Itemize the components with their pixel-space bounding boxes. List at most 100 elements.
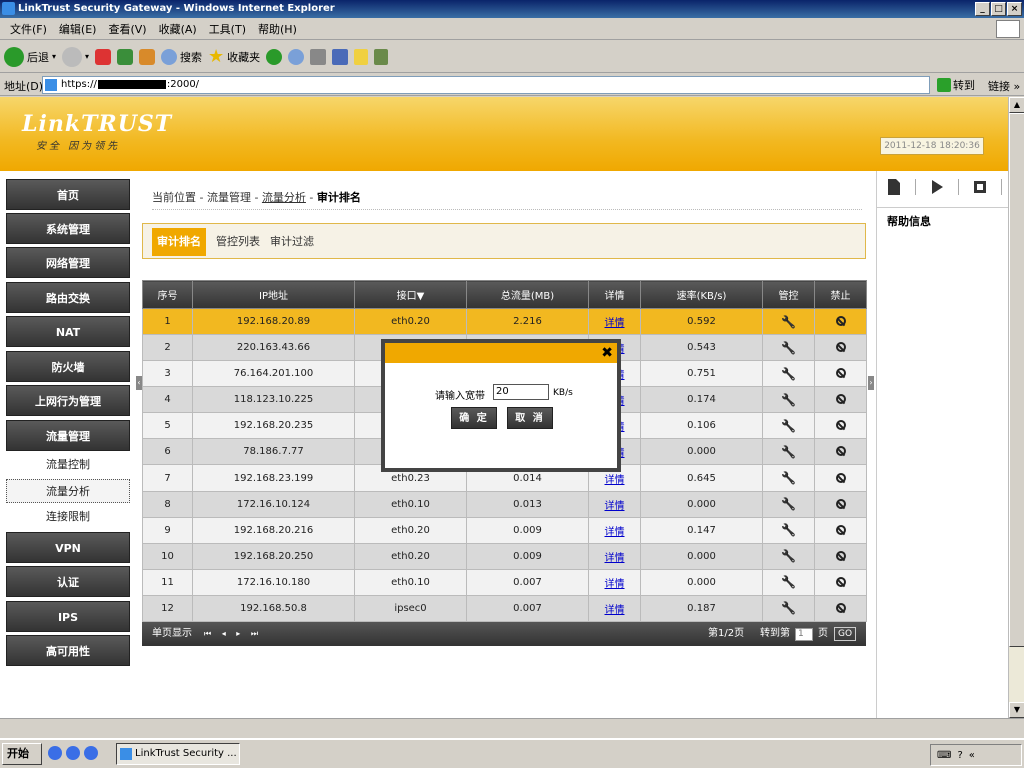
start-button[interactable]: 开始 (2, 743, 42, 765)
nav-ips[interactable]: IPS (6, 601, 130, 632)
nav-system[interactable]: 系统管理 (6, 213, 130, 244)
wrench-icon[interactable]: 🔧 (781, 341, 796, 355)
menu-tools[interactable]: 工具(T) (203, 21, 252, 37)
go-page-button[interactable]: GO (834, 627, 856, 641)
notes-button[interactable] (354, 48, 369, 65)
nav-traffic[interactable]: 流量管理 (6, 420, 130, 451)
cell-control[interactable]: 🔧 (762, 334, 815, 362)
cell-control[interactable]: 🔧 (762, 516, 815, 544)
cell-control[interactable]: 🔧 (762, 307, 815, 336)
menu-help[interactable]: 帮助(H) (252, 21, 303, 37)
scroll-up-icon[interactable]: ▲ (1009, 97, 1024, 113)
nav-firewall[interactable]: 防火墙 (6, 351, 130, 382)
cancel-button[interactable]: 取 消 (507, 407, 553, 429)
back-button[interactable]: 后退 ▾ (4, 46, 56, 67)
table-row[interactable]: 8 172.16.10.124 eth0.10 0.013 详情 0.000 🔧 (142, 490, 867, 518)
ban-icon[interactable] (835, 472, 846, 483)
taskbar-ie-window[interactable]: LinkTrust Security ... (116, 743, 240, 765)
nav-network[interactable]: 网络管理 (6, 247, 130, 278)
media-icon[interactable] (66, 746, 80, 760)
cell-control[interactable]: 🔧 (762, 386, 815, 414)
cell-block[interactable] (814, 516, 867, 544)
col-interface[interactable]: 接口▼ (354, 280, 467, 309)
cell-block[interactable] (814, 386, 867, 414)
wrench-icon[interactable]: 🔧 (781, 601, 796, 615)
wrench-icon[interactable]: 🔧 (781, 497, 796, 511)
ban-icon[interactable] (835, 550, 846, 561)
ie-quicklaunch-icon[interactable] (84, 746, 98, 760)
cell-control[interactable]: 🔧 (762, 438, 815, 466)
cell-control[interactable]: 🔧 (762, 490, 815, 518)
search-button[interactable]: 搜索 (161, 48, 202, 65)
wrench-icon[interactable]: 🔧 (781, 549, 796, 563)
maximize-button[interactable]: □ (991, 2, 1006, 16)
links-button[interactable]: 链接 » (988, 78, 1020, 94)
cell-detail-link[interactable]: 详情 (588, 516, 641, 544)
cell-control[interactable]: 🔧 (762, 412, 815, 440)
confirm-button[interactable]: 确 定 (451, 407, 497, 429)
history-button[interactable] (266, 48, 283, 65)
document-icon[interactable] (887, 179, 901, 195)
mail-button[interactable] (288, 48, 305, 65)
cell-control[interactable]: 🔧 (762, 464, 815, 492)
ban-icon[interactable] (835, 602, 846, 613)
tray-expand-icon[interactable]: « (969, 750, 975, 761)
menu-edit[interactable]: 编辑(E) (53, 21, 103, 37)
ban-icon[interactable] (835, 342, 846, 353)
menu-file[interactable]: 文件(F) (4, 21, 53, 37)
ban-icon[interactable] (835, 498, 846, 509)
wrench-icon[interactable]: 🔧 (781, 393, 796, 407)
wrench-icon[interactable]: 🔧 (781, 445, 796, 459)
cell-detail-link[interactable]: 详情 (588, 594, 641, 623)
bandwidth-input[interactable]: 20 (493, 384, 549, 400)
cell-block[interactable] (814, 360, 867, 388)
nav-behavior[interactable]: 上网行为管理 (6, 385, 130, 416)
wrench-icon[interactable]: 🔧 (781, 471, 796, 485)
cell-block[interactable] (814, 412, 867, 440)
tab-audit-ranking[interactable]: 审计排名 (152, 228, 206, 256)
tab-audit-filter[interactable]: 审计过滤 (265, 228, 319, 256)
sub-traffic-control[interactable]: 流量控制 (6, 453, 130, 477)
sub-traffic-analysis[interactable]: 流量分析 (6, 479, 130, 503)
nav-home[interactable]: 首页 (6, 179, 130, 210)
ban-icon[interactable] (835, 394, 846, 405)
wrench-icon[interactable]: 🔧 (781, 419, 796, 433)
minimize-button[interactable]: _ (975, 2, 990, 16)
breadcrumb-link[interactable]: 流量分析 (262, 191, 306, 204)
pager-nav-icons[interactable]: ⏮ ◂ ▸ ⏭ (204, 622, 262, 646)
save-icon[interactable] (973, 179, 987, 195)
cell-control[interactable]: 🔧 (762, 542, 815, 570)
menu-favorites[interactable]: 收藏(A) (153, 21, 203, 37)
ban-icon[interactable] (835, 576, 846, 587)
cell-detail-link[interactable]: 详情 (588, 307, 641, 336)
sub-connection-limit[interactable]: 连接限制 (6, 505, 130, 529)
cell-control[interactable]: 🔧 (762, 568, 815, 596)
table-row[interactable]: 9 192.168.20.216 eth0.20 0.009 详情 0.147 🔧 (142, 516, 867, 544)
wrench-icon[interactable]: 🔧 (781, 523, 796, 537)
cell-detail-link[interactable]: 详情 (588, 542, 641, 570)
keyboard-icon[interactable]: ⌨ (937, 750, 951, 761)
address-input[interactable]: https://:2000/ (42, 76, 930, 94)
scroll-thumb[interactable] (1009, 113, 1024, 647)
cell-detail-link[interactable]: 详情 (588, 490, 641, 518)
tab-control-list[interactable]: 管控列表 (211, 228, 265, 256)
nav-nat[interactable]: NAT (6, 316, 130, 347)
desktop-icon[interactable] (48, 746, 62, 760)
ban-icon[interactable] (835, 446, 846, 457)
print-button[interactable] (310, 48, 327, 65)
nav-auth[interactable]: 认证 (6, 566, 130, 597)
close-icon[interactable]: ✖ (601, 344, 613, 362)
close-window-button[interactable]: × (1007, 2, 1022, 16)
favorites-button[interactable]: ★ 收藏夹 (208, 46, 260, 67)
ban-icon[interactable] (835, 316, 846, 327)
play-icon[interactable] (930, 179, 944, 195)
cell-control[interactable]: 🔧 (762, 594, 815, 623)
table-row[interactable]: 12 192.168.50.8 ipsec0 0.007 详情 0.187 🔧 (142, 594, 867, 623)
nav-vpn[interactable]: VPN (6, 532, 130, 563)
wrench-icon[interactable]: 🔧 (781, 315, 796, 329)
wrench-icon[interactable]: 🔧 (781, 367, 796, 381)
wrench-icon[interactable]: 🔧 (781, 575, 796, 589)
cell-block[interactable] (814, 334, 867, 362)
page-input[interactable]: 1 (795, 628, 813, 641)
messenger-button[interactable] (374, 48, 389, 65)
